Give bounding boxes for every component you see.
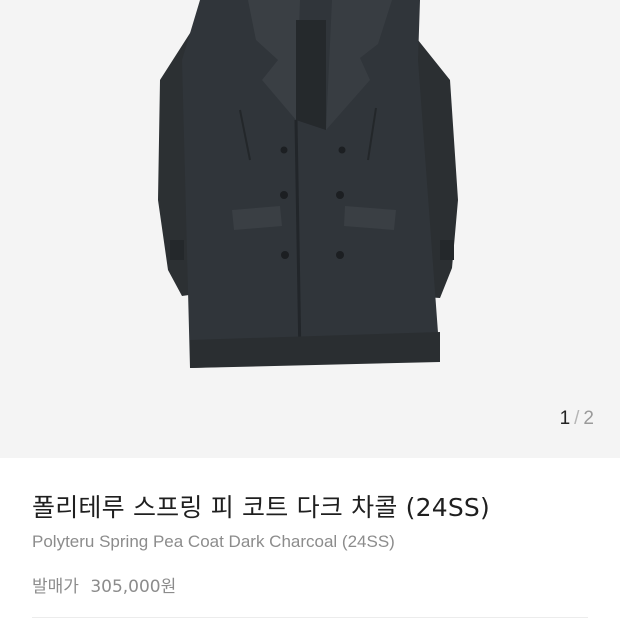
image-pager: 1/2 — [560, 408, 594, 430]
coat-photo — [158, 0, 458, 368]
product-title-korean: 폴리테루 스프링 피 코트 다크 차콜 (24SS) — [32, 493, 490, 522]
release-price: 발매가 305,000원 — [32, 572, 176, 597]
pager-current: 1 — [559, 408, 571, 429]
price-label: 발매가 — [32, 577, 79, 597]
pager-total: 2 — [583, 408, 594, 429]
product-info: 폴리테루 스프링 피 코트 다크 차콜 (24SS) Polyteru Spri… — [0, 458, 620, 620]
pager-separator: / — [574, 408, 580, 429]
price-value: 305,000원 — [90, 577, 177, 597]
product-title-english: Polyteru Spring Pea Coat Dark Charcoal (… — [32, 532, 395, 551]
divider — [32, 617, 588, 618]
product-image-carousel[interactable]: 1/2 — [0, 0, 620, 458]
